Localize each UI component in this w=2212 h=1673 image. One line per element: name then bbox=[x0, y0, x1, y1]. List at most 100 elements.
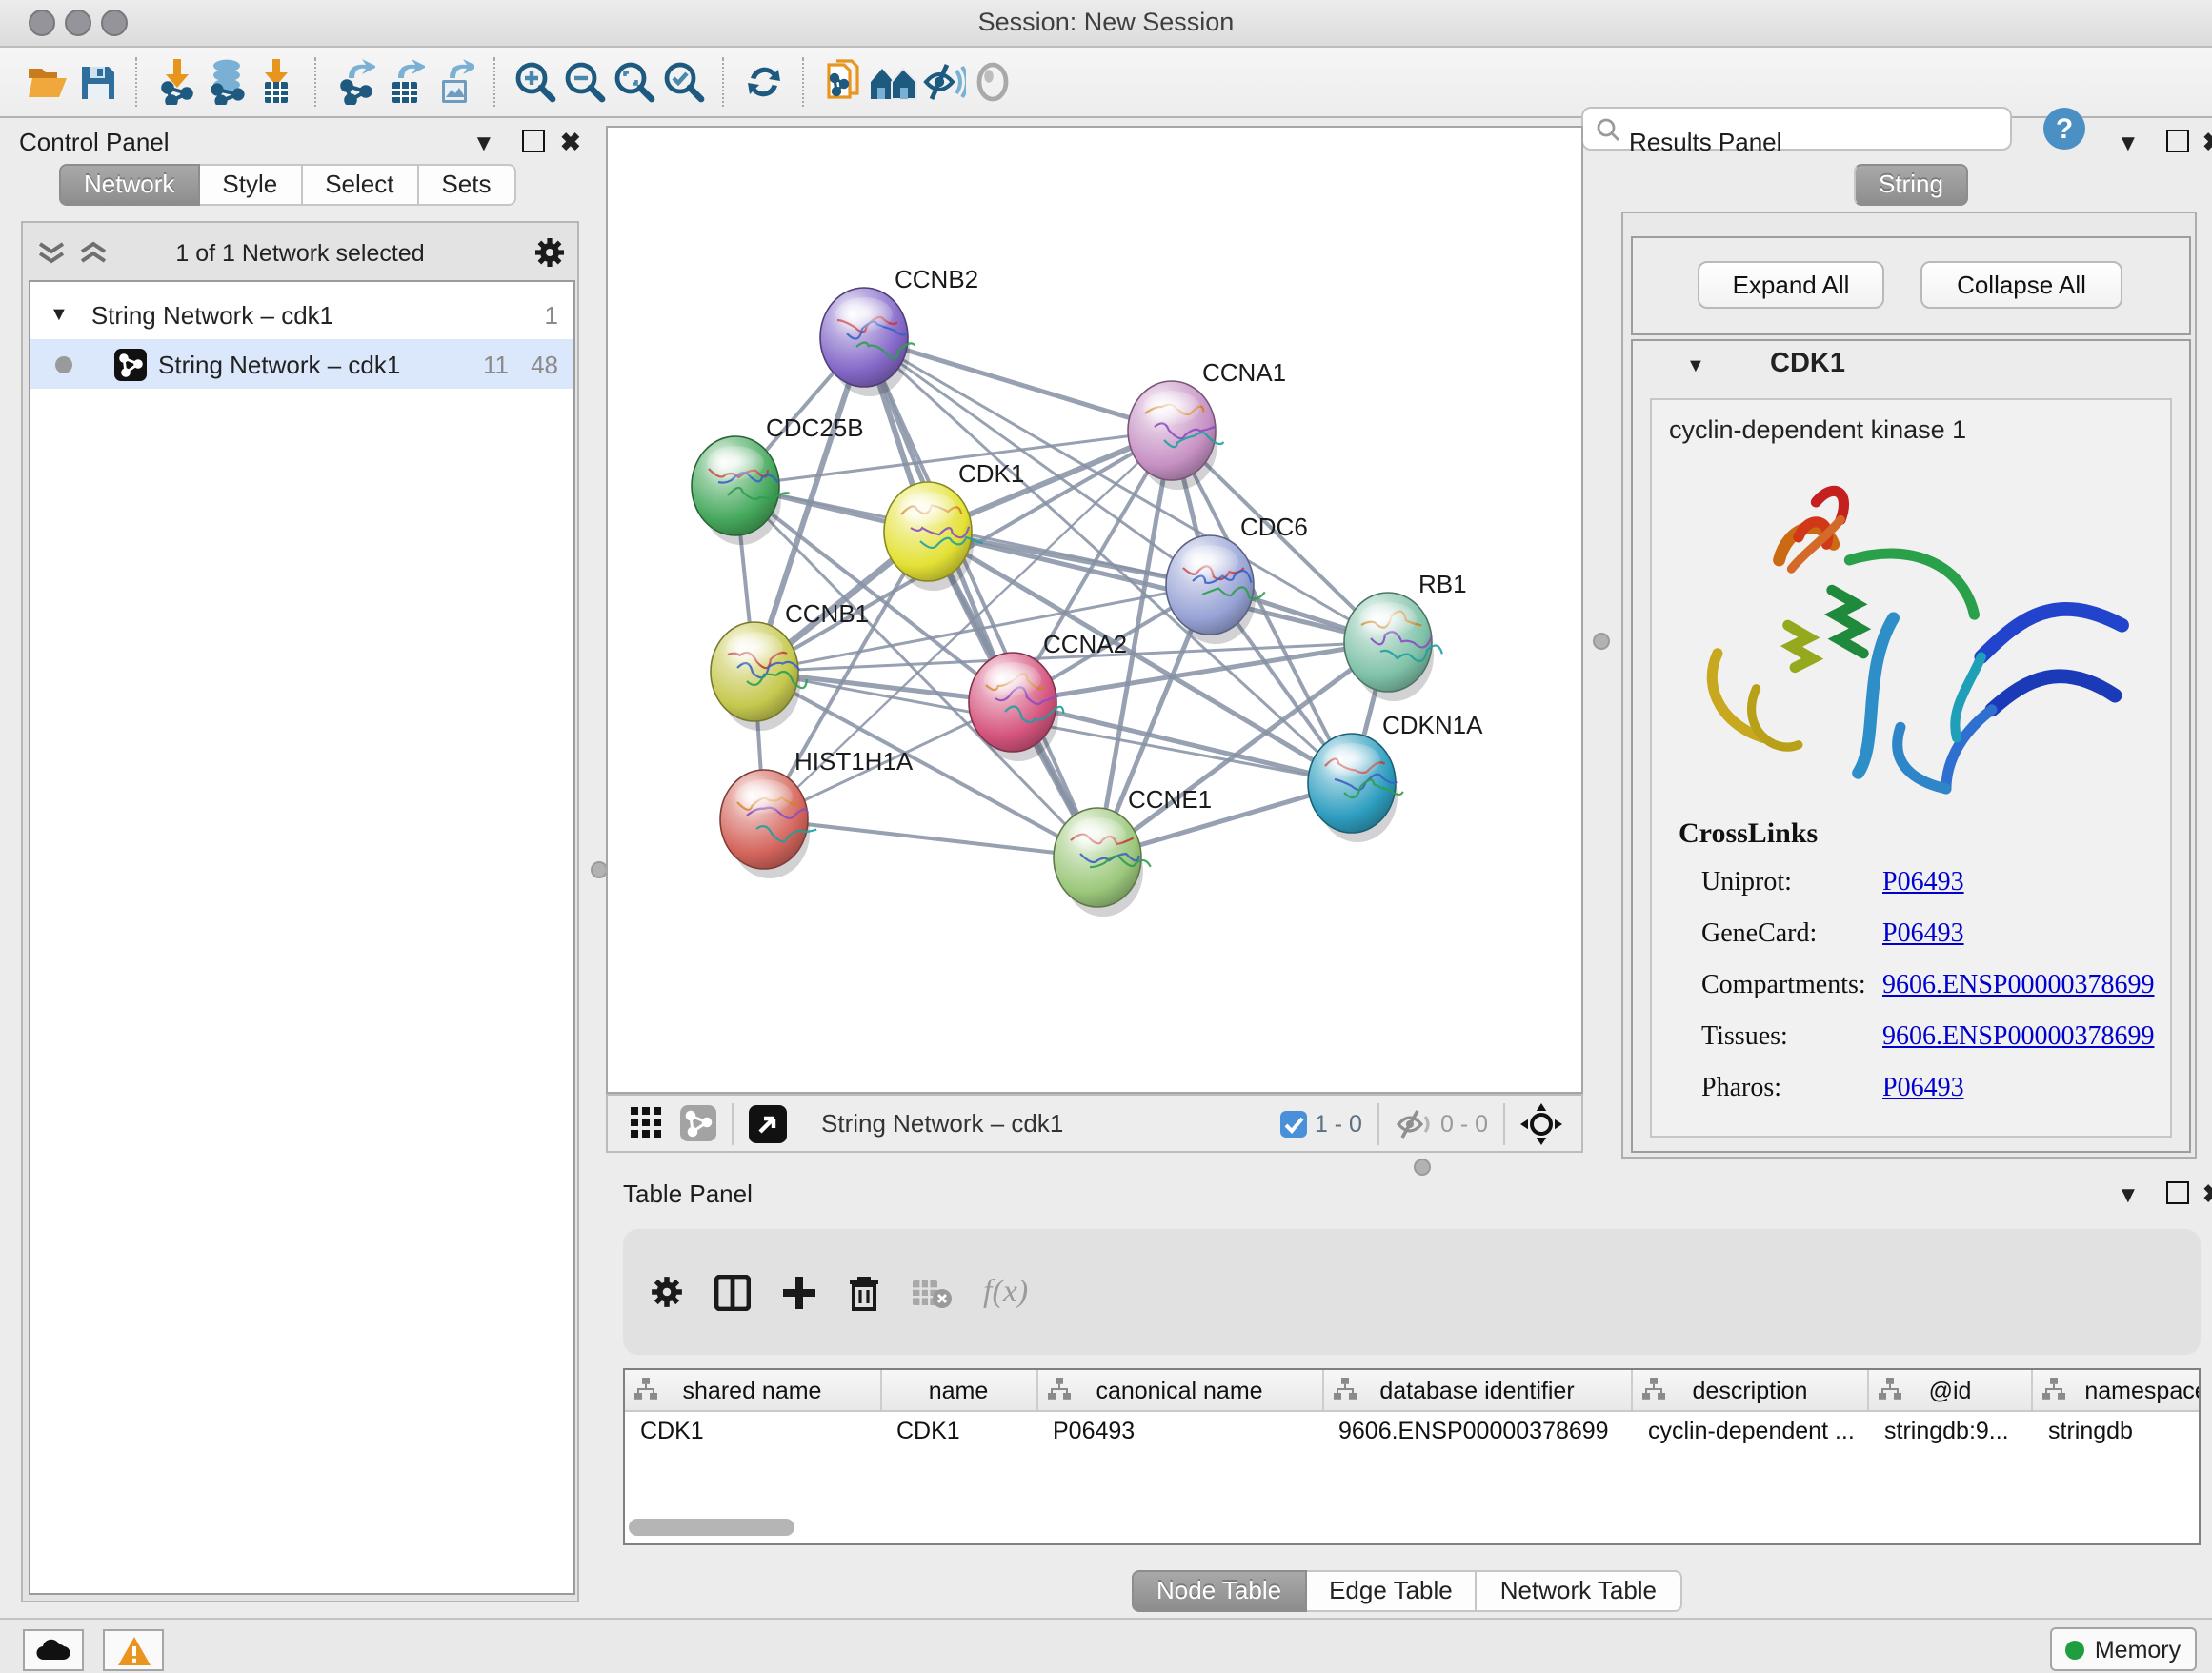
panel-close-icon[interactable]: ✖ bbox=[2202, 128, 2212, 158]
column-header-shared-name[interactable]: shared name bbox=[625, 1370, 881, 1410]
hidden-eye-icon[interactable] bbox=[1395, 1108, 1433, 1139]
results-container: Expand All Collapse All ▼ CDK1 cyclin-de… bbox=[1621, 212, 2197, 1159]
collection-collapse-icon[interactable]: ▼ bbox=[50, 304, 69, 325]
add-column-icon[interactable] bbox=[714, 1274, 751, 1310]
string-home-icon[interactable] bbox=[869, 55, 918, 109]
detach-view-icon[interactable] bbox=[749, 1104, 787, 1142]
node-label-CCNA2: CCNA2 bbox=[1043, 630, 1127, 658]
network-collection-row[interactable]: ▼ String Network – cdk1 1 bbox=[30, 290, 573, 339]
tab-string[interactable]: String bbox=[1854, 164, 1968, 206]
tab-select[interactable]: Select bbox=[302, 164, 418, 206]
column-header-description[interactable]: description bbox=[1633, 1370, 1869, 1410]
table-horizontal-scrollbar[interactable] bbox=[629, 1519, 794, 1536]
collection-count: 1 bbox=[545, 300, 558, 329]
tab-network[interactable]: Network bbox=[59, 164, 199, 206]
table-cell[interactable]: CDK1 bbox=[625, 1412, 881, 1450]
tab-network-table[interactable]: Network Table bbox=[1478, 1570, 1681, 1612]
results-panel-title: Results Panel bbox=[1629, 128, 1781, 156]
zoom-fit-icon[interactable] bbox=[610, 55, 659, 109]
share-view-icon[interactable] bbox=[680, 1105, 716, 1141]
tab-edge-table[interactable]: Edge Table bbox=[1306, 1570, 1478, 1612]
refresh-icon[interactable] bbox=[739, 55, 789, 109]
tab-node-table[interactable]: Node Table bbox=[1132, 1570, 1306, 1612]
import-network-file-icon[interactable] bbox=[152, 55, 202, 109]
column-header-canonical-name[interactable]: canonical name bbox=[1037, 1370, 1323, 1410]
formula-fx-icon[interactable]: f(x) bbox=[983, 1273, 1028, 1311]
column-header-namespace[interactable]: namespace bbox=[2033, 1370, 2201, 1410]
delete-table-icon[interactable] bbox=[911, 1276, 953, 1308]
crosslink-link[interactable]: P06493 bbox=[1882, 1075, 1964, 1105]
panel-menu-icon[interactable]: ▼ bbox=[2117, 131, 2140, 154]
import-network-database-icon[interactable] bbox=[202, 55, 251, 109]
tab-sets[interactable]: Sets bbox=[418, 164, 515, 206]
network-node-CCNE1[interactable] bbox=[1054, 808, 1151, 917]
panel-close-icon[interactable]: ✖ bbox=[2202, 1179, 2212, 1210]
results-panel: Results Panel ▼ ✖ String Expand All Coll… bbox=[1610, 122, 2212, 1166]
table-cell[interactable]: stringdb:9... bbox=[1869, 1412, 2033, 1450]
add-row-plus-icon[interactable] bbox=[781, 1274, 817, 1310]
crosslink-link[interactable]: P06493 bbox=[1882, 869, 1964, 899]
network-node-CDC25B[interactable] bbox=[692, 436, 790, 545]
column-header-@id[interactable]: @id bbox=[1869, 1370, 2033, 1410]
cloud-button[interactable] bbox=[23, 1629, 84, 1671]
tab-style[interactable]: Style bbox=[199, 164, 302, 206]
toolbar-separator bbox=[802, 57, 806, 107]
zoom-out-icon[interactable] bbox=[560, 55, 610, 109]
network-canvas[interactable]: CCNB2CCNA1CDC25BCDK1CDC6RB1CCNB1CCNA2CDK… bbox=[606, 126, 1583, 1094]
network-node-CCNA2[interactable] bbox=[969, 653, 1063, 761]
panel-float-icon[interactable] bbox=[522, 130, 545, 152]
memory-button[interactable]: Memory bbox=[2050, 1627, 2197, 1671]
node-label-CCNA1: CCNA1 bbox=[1202, 358, 1286, 387]
network-row-selected[interactable]: String Network – cdk1 11 48 bbox=[30, 339, 573, 389]
network-node-HIST1H1A[interactable] bbox=[720, 770, 816, 878]
panel-menu-icon[interactable]: ▼ bbox=[2117, 1183, 2140, 1206]
export-network-icon[interactable] bbox=[332, 55, 381, 109]
table-cell[interactable]: CDK1 bbox=[881, 1412, 1037, 1450]
warning-button[interactable] bbox=[103, 1629, 164, 1671]
crosslink-link[interactable]: 9606.ENSP00000378699 bbox=[1882, 972, 2154, 1002]
network-node-CDK1[interactable] bbox=[884, 482, 983, 591]
table-header-row: shared namenamecanonical namedatabase id… bbox=[625, 1370, 2199, 1412]
column-header-database-identifier[interactable]: database identifier bbox=[1323, 1370, 1633, 1410]
zoom-selected-icon[interactable] bbox=[659, 55, 709, 109]
import-table-icon[interactable] bbox=[251, 55, 301, 109]
panel-float-icon[interactable] bbox=[2166, 130, 2189, 152]
table-toolbar: f(x) bbox=[623, 1229, 2201, 1355]
table-row[interactable]: CDK1CDK1P064939606.ENSP00000378699cyclin… bbox=[625, 1412, 2199, 1450]
crosslink-link[interactable]: P06493 bbox=[1882, 920, 1964, 951]
table-cell[interactable]: 9606.ENSP00000378699 bbox=[1323, 1412, 1633, 1450]
open-folder-icon[interactable] bbox=[23, 55, 72, 109]
delete-trash-icon[interactable] bbox=[848, 1274, 880, 1310]
panel-float-icon[interactable] bbox=[2166, 1181, 2189, 1204]
export-image-icon[interactable] bbox=[431, 55, 480, 109]
save-session-icon[interactable] bbox=[72, 55, 122, 109]
zoom-in-icon[interactable] bbox=[511, 55, 560, 109]
panel-close-icon[interactable]: ✖ bbox=[560, 128, 581, 158]
network-node-RB1[interactable] bbox=[1344, 593, 1442, 701]
collapse-all-button[interactable]: Collapse All bbox=[1920, 261, 2122, 309]
export-table-icon[interactable] bbox=[381, 55, 431, 109]
network-options-gear-icon[interactable] bbox=[533, 236, 566, 269]
table-cell[interactable]: stringdb bbox=[2033, 1412, 2201, 1450]
network-node-CCNA1[interactable] bbox=[1128, 381, 1223, 490]
protein-collapse-icon[interactable]: ▼ bbox=[1686, 356, 1705, 377]
network-node-CDKN1A[interactable] bbox=[1308, 734, 1403, 842]
birds-eye-crosshair-icon[interactable] bbox=[1520, 1102, 1562, 1144]
table-settings-gear-icon[interactable] bbox=[650, 1275, 684, 1309]
column-header-name[interactable]: name bbox=[881, 1370, 1037, 1410]
hide-selected-eye-icon[interactable] bbox=[918, 55, 968, 109]
selected-checkbox-icon[interactable] bbox=[1280, 1110, 1307, 1137]
panel-menu-icon[interactable]: ▼ bbox=[473, 131, 495, 154]
protein-structure-image[interactable] bbox=[1682, 454, 2140, 825]
grid-view-icon[interactable] bbox=[631, 1107, 663, 1139]
vertical-splitter-handle-right[interactable] bbox=[1593, 633, 1610, 650]
control-panel: Control Panel ▼ ✖ NetworkStyleSelectSets… bbox=[4, 122, 596, 1610]
table-cell[interactable]: P06493 bbox=[1037, 1412, 1323, 1450]
network-node-CCNB2[interactable] bbox=[820, 288, 915, 396]
table-cell[interactable]: cyclin-dependent ... bbox=[1633, 1412, 1869, 1450]
expand-all-button[interactable]: Expand All bbox=[1698, 261, 1884, 309]
application-window: Session: New Session bbox=[0, 0, 2212, 1671]
crosslink-link[interactable]: 9606.ENSP00000378699 bbox=[1882, 1023, 2154, 1054]
clone-network-icon[interactable] bbox=[819, 55, 869, 109]
show-all-eye-icon[interactable] bbox=[968, 55, 1017, 109]
